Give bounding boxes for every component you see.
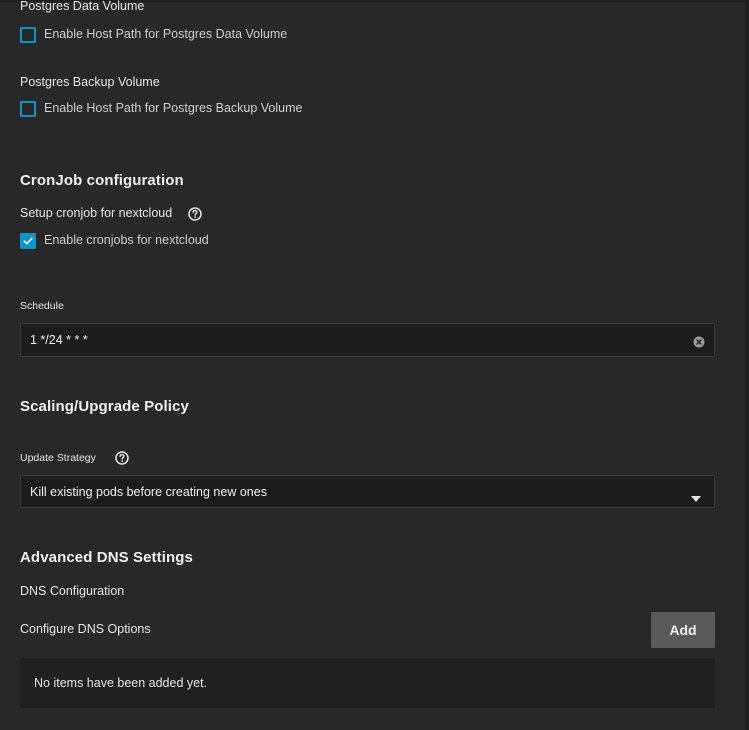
clear-icon[interactable] [693, 335, 705, 348]
dns-configuration-label: DNS Configuration [20, 584, 125, 598]
cronjob-enable-label[interactable]: Enable cronjobs for nextcloud [44, 233, 209, 247]
schedule-label: Schedule [20, 300, 64, 312]
schedule-input-value: 1 */24 * * * [30, 333, 88, 347]
postgres-data-heading: Postgres Data Volume [20, 0, 145, 13]
empty-list-message: No items have been added yet. [34, 676, 208, 690]
chevron-down-icon [691, 489, 701, 502]
help-icon[interactable] [188, 207, 202, 221]
schedule-input[interactable]: 1 */24 * * * [20, 323, 715, 357]
cronjob-section-title: CronJob configuration [20, 172, 184, 189]
dns-options-label: Configure DNS Options [20, 622, 151, 636]
cronjob-enable-checkbox[interactable] [20, 233, 36, 249]
postgres-data-checkbox-label[interactable]: Enable Host Path for Postgres Data Volum… [44, 27, 287, 41]
update-strategy-value: Kill existing pods before creating new o… [30, 485, 267, 499]
dns-options-list: No items have been added yet. [20, 658, 715, 708]
add-dns-option-button[interactable]: Add [651, 612, 715, 648]
scrollbar-track[interactable] [745, 0, 749, 730]
update-strategy-label: Update Strategy [20, 452, 96, 464]
update-strategy-select[interactable]: Kill existing pods before creating new o… [20, 475, 715, 508]
scaling-section-title: Scaling/Upgrade Policy [20, 398, 189, 415]
checkmark-icon [23, 237, 33, 245]
help-icon[interactable] [115, 451, 129, 465]
postgres-backup-checkbox[interactable] [20, 101, 36, 117]
dns-section-title: Advanced DNS Settings [20, 549, 193, 566]
postgres-backup-checkbox-label[interactable]: Enable Host Path for Postgres Backup Vol… [44, 101, 302, 115]
cronjob-setup-label: Setup cronjob for nextcloud [20, 206, 173, 220]
postgres-data-checkbox[interactable] [20, 27, 36, 43]
postgres-backup-heading: Postgres Backup Volume [20, 75, 160, 89]
